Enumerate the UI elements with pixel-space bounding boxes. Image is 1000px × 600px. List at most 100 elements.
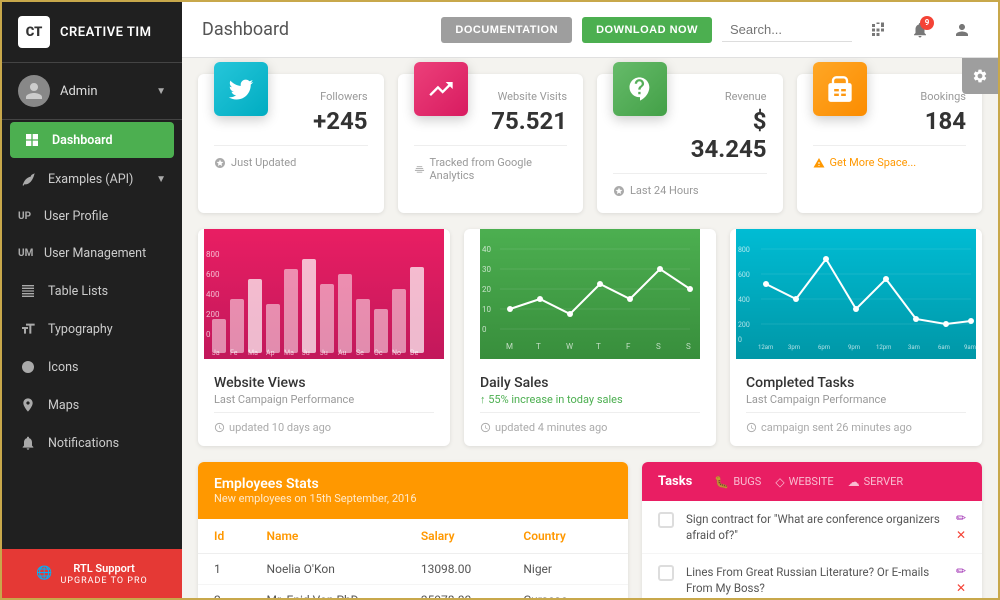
user-name: Admin [60, 84, 156, 99]
stats-row: Followers +245 Just Updated [198, 74, 982, 213]
sidebar-item-label: User Profile [44, 209, 166, 224]
apps-icon-button[interactable] [862, 14, 894, 46]
svg-text:S: S [686, 342, 691, 351]
app-container: CT CREATIVE TIM Admin ▼ [0, 0, 1000, 600]
tasks-tab-bugs[interactable]: 🐛 BUGS [714, 475, 761, 489]
stat-footer: Tracked from Google Analytics [414, 145, 568, 182]
stat-value: 75.521 [482, 107, 568, 135]
bookings-icon [813, 62, 867, 116]
upgrade-sub: UPGRADE TO PRO [60, 576, 147, 586]
download-button[interactable]: DOWNLOAD NOW [582, 17, 712, 43]
col-header-country: Country [507, 519, 628, 554]
documentation-button[interactable]: DOCUMENTATION [441, 17, 572, 43]
icons-icon [18, 359, 38, 375]
stat-footer-text: Get More Space... [830, 156, 917, 169]
daily-sales-chart: 40 30 20 10 0 [464, 229, 716, 359]
employee-header-sub: New employees on 15th September, 2016 [214, 492, 612, 505]
visits-icon [414, 62, 468, 116]
sidebar-item-dashboard[interactable]: Dashboard [10, 122, 174, 158]
task-delete-button[interactable]: ✕ [956, 528, 966, 542]
header: Dashboard DOCUMENTATION DOWNLOAD NOW 9 [182, 2, 998, 58]
search-input[interactable] [722, 18, 852, 42]
user-section[interactable]: Admin ▼ [2, 63, 182, 120]
tasks-header: Tasks 🐛 BUGS ◇ WEBSITE ☁ SERVER [642, 462, 982, 501]
website-views-chart: 800 600 400 200 0 Ja Fe Ma Ap Ma Ju Ju A… [198, 229, 450, 359]
sidebar-item-label: User Management [44, 246, 166, 261]
svg-text:9pm: 9pm [848, 344, 860, 351]
svg-text:800: 800 [206, 250, 220, 259]
settings-fab[interactable] [962, 58, 998, 94]
task-item: Lines From Great Russian Literature? Or … [642, 554, 982, 598]
typography-icon [18, 321, 38, 337]
chart-info: Daily Sales ↑ 55% increase in today sale… [464, 363, 716, 446]
sidebar-item-maps[interactable]: Maps [2, 386, 182, 424]
stat-footer: Last 24 Hours [613, 173, 767, 197]
task-delete-button[interactable]: ✕ [956, 581, 966, 595]
sidebar-item-table-lists[interactable]: Table Lists [2, 272, 182, 310]
employee-table: Id Name Salary Country 1 Noelia O'Kon 13… [198, 519, 628, 598]
chart-subtitle: Last Campaign Performance [214, 393, 434, 406]
svg-text:0: 0 [738, 336, 742, 344]
task-checkbox-1[interactable] [658, 512, 674, 528]
stat-label: Bookings [881, 90, 967, 103]
task-edit-button[interactable]: ✏ [956, 511, 966, 525]
sidebar-item-label: Icons [48, 360, 166, 375]
svg-text:400: 400 [206, 290, 220, 299]
user-icon-button[interactable] [946, 14, 978, 46]
sidebar-item-examples[interactable]: Examples (API) ▼ [2, 160, 182, 198]
chart-title: Website Views [214, 375, 434, 391]
svg-text:M: M [506, 342, 513, 351]
sidebar-item-label: Table Lists [48, 284, 166, 299]
task-actions: ✏ ✕ [956, 511, 966, 542]
chart-footer: campaign sent 26 minutes ago [746, 412, 966, 434]
cell-name: Mr. Enid Von PhD [251, 585, 405, 599]
cell-name: Noelia O'Kon [251, 554, 405, 585]
stat-value: 184 [881, 107, 967, 135]
user-dropdown-arrow: ▼ [156, 86, 166, 97]
tasks-tab-website[interactable]: ◇ WEBSITE [775, 475, 833, 489]
cell-salary: 13098.00 [405, 554, 508, 585]
svg-text:200: 200 [738, 321, 750, 329]
examples-arrow: ▼ [156, 174, 166, 185]
sidebar-item-icons[interactable]: Icons [2, 348, 182, 386]
task-item: Sign contract for "What are conference o… [642, 501, 982, 554]
svg-text:9am: 9am [964, 344, 976, 351]
svg-text:600: 600 [206, 270, 220, 279]
svg-text:S: S [656, 342, 661, 351]
col-header-name: Name [251, 519, 405, 554]
sidebar-item-typography[interactable]: Typography [2, 310, 182, 348]
map-icon [18, 397, 38, 413]
bugs-icon: 🐛 [714, 475, 729, 489]
page-title: Dashboard [202, 19, 441, 40]
chart-subtitle: Last Campaign Performance [746, 393, 966, 406]
svg-text:40: 40 [482, 245, 491, 254]
logo-box: CT [18, 16, 50, 48]
svg-text:20: 20 [482, 285, 491, 294]
nav-prefix: UP [18, 211, 36, 222]
task-checkbox-2[interactable] [658, 565, 674, 581]
svg-text:10: 10 [482, 305, 491, 314]
svg-text:0: 0 [482, 325, 487, 334]
stat-card-bookings: Bookings 184 Get More Space... [797, 74, 983, 213]
task-edit-button[interactable]: ✏ [956, 564, 966, 578]
stat-card-revenue: Revenue $ 34.245 Last 24 Hours [597, 74, 783, 213]
stat-label: Followers [282, 90, 368, 103]
stat-footer: Get More Space... [813, 145, 967, 169]
sidebar: CT CREATIVE TIM Admin ▼ [2, 2, 182, 598]
sidebar-item-notifications[interactable]: Notifications [2, 424, 182, 462]
svg-text:Fe: Fe [230, 349, 238, 357]
notifications-icon-button[interactable]: 9 [904, 14, 936, 46]
chart-footer-text: updated 10 days ago [229, 421, 331, 434]
sidebar-item-user-management[interactable]: UM User Management [2, 235, 182, 272]
dashboard-body: Followers +245 Just Updated [182, 58, 998, 598]
charts-row: 800 600 400 200 0 Ja Fe Ma Ap Ma Ju Ju A… [198, 229, 982, 446]
nav-list: Dashboard Examples (API) ▼ UP User Profi… [2, 120, 182, 549]
sidebar-item-label: Maps [48, 398, 166, 413]
tasks-header-title: Tasks [658, 474, 692, 489]
upgrade-button[interactable]: 🌐 RTL Support UPGRADE TO PRO [2, 549, 182, 598]
sidebar-item-user-profile[interactable]: UP User Profile [2, 198, 182, 235]
tasks-tab-label: WEBSITE [789, 475, 834, 488]
tasks-tab-server[interactable]: ☁ SERVER [848, 475, 904, 489]
svg-text:T: T [536, 342, 541, 351]
stat-footer-text: Just Updated [231, 156, 296, 169]
